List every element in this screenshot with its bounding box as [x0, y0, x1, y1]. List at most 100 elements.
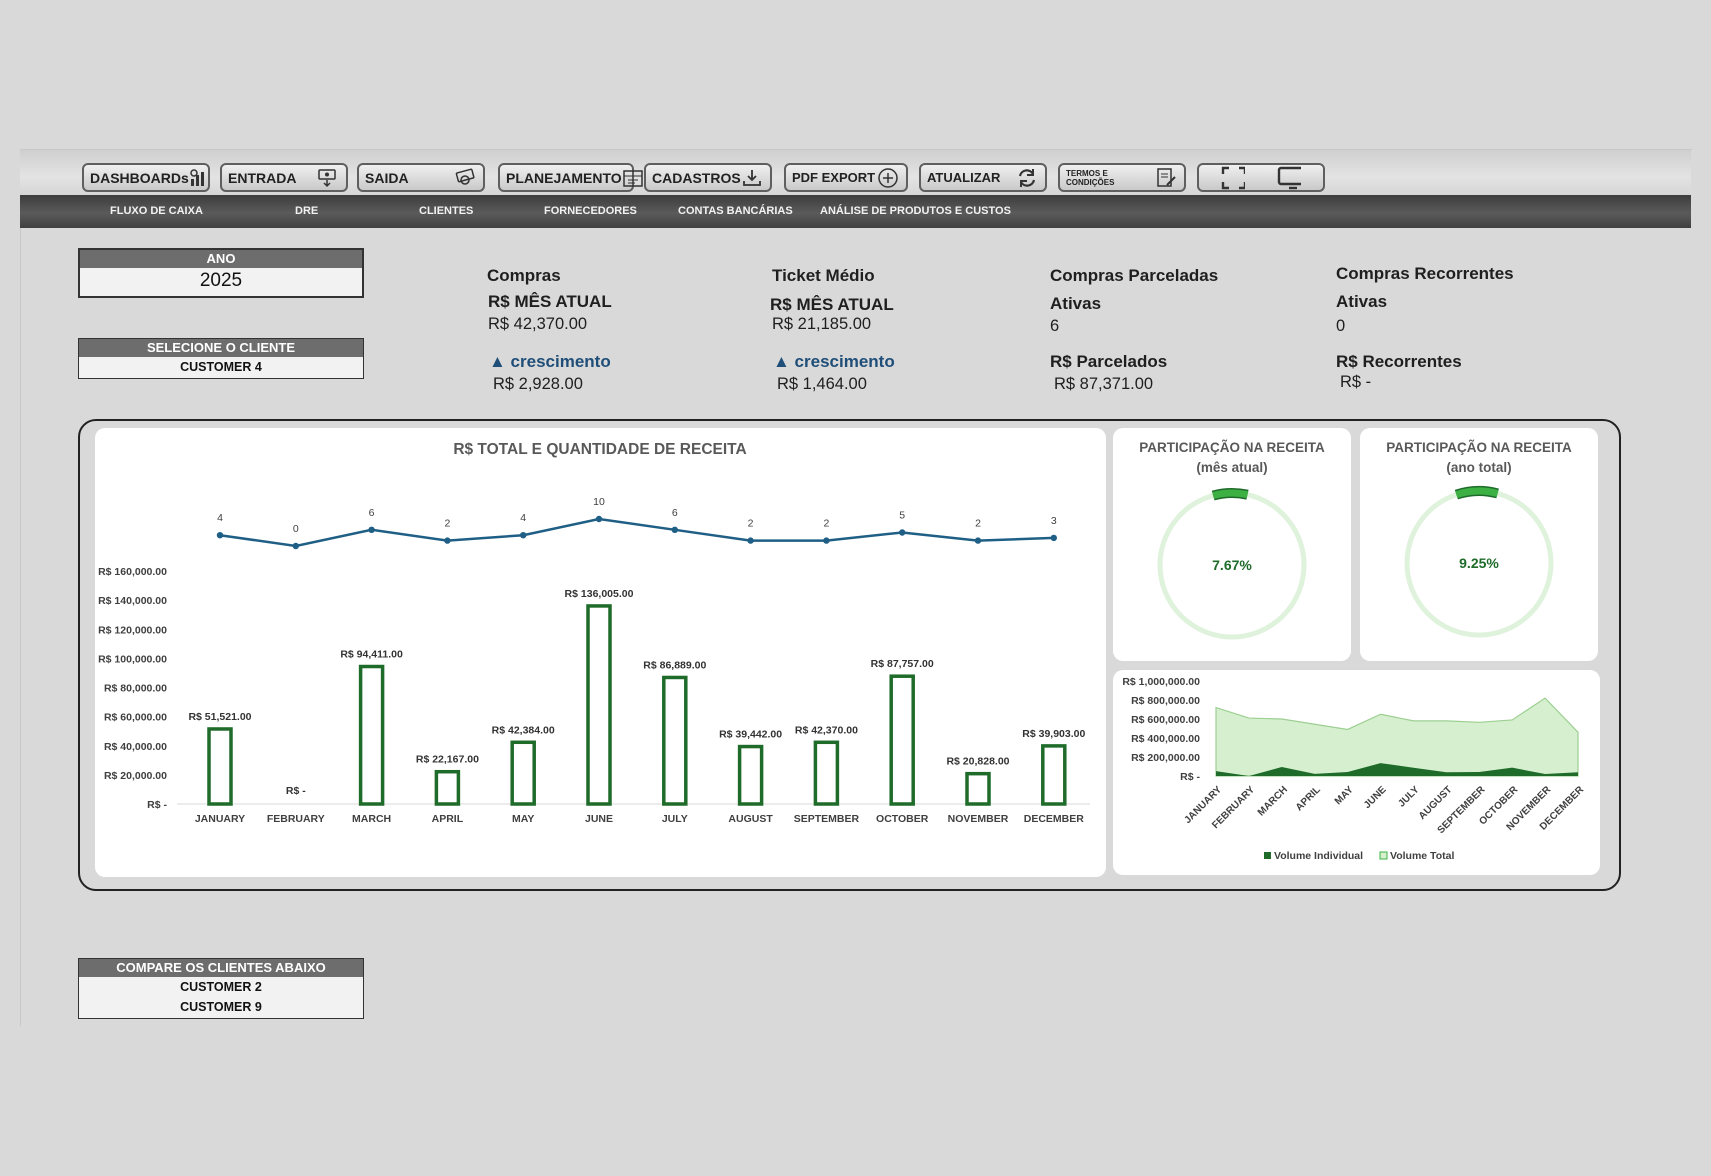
donut-chart-year: PARTICIPAÇÃO NA RECEITA (ano total) 9.25… [1386, 440, 1572, 638]
x-tick-label: AUGUST [728, 813, 773, 825]
x-tick-label: SEPTEMBER [794, 813, 860, 825]
bar-data-label: R$ 20,828.00 [946, 756, 1009, 768]
x-tick-label: APRIL [432, 813, 464, 825]
quantity-point [823, 537, 830, 544]
kpi-recorrentes-title: Compras Recorrentes [1336, 264, 1514, 283]
y-tick-label: R$ 160,000.00 [98, 566, 167, 578]
quantity-point [368, 526, 375, 533]
area-x-tick-label: APRIL [1294, 784, 1323, 813]
donut-value-label: 7.67% [1212, 557, 1252, 573]
planejamento-button-label: PLANEJAMENTO [506, 169, 622, 186]
nav-clientes[interactable]: CLIENTES [419, 205, 473, 217]
x-tick-label: JANUARY [195, 813, 245, 825]
quantity-label: 3 [1051, 515, 1057, 527]
kpi-compras-value: R$ 42,370.00 [488, 315, 588, 333]
nav-analise-produtos[interactable]: ANÁLISE DE PRODUTOS E CUSTOS [820, 205, 1011, 217]
dashboards-button[interactable]: DASHBOARDs [82, 163, 210, 192]
bar-data-label: R$ - [286, 785, 306, 797]
entrada-button-label: ENTRADA [228, 169, 297, 186]
y-tick-label: R$ - [147, 799, 167, 811]
area-x-tick-label: JUNE [1362, 784, 1389, 811]
area-volume-total [1215, 697, 1579, 777]
planning-calendar-icon [622, 167, 644, 189]
bar-data-label: R$ 42,370.00 [795, 724, 858, 736]
nav-dre[interactable]: DRE [295, 205, 318, 217]
saida-button[interactable]: SAIDA [357, 163, 485, 192]
pdf-export-button-label: PDF EXPORT [792, 170, 876, 185]
kpi-compras-title: Compras [487, 266, 561, 285]
compare-client-1[interactable]: CUSTOMER 2 [79, 977, 363, 997]
cadastros-button-label: CADASTROS [652, 169, 741, 186]
bar-data-label: R$ 39,903.00 [1022, 728, 1085, 740]
x-tick-label: MARCH [352, 813, 391, 825]
year-filter-value[interactable]: 2025 [80, 268, 362, 294]
client-filter[interactable]: SELECIONE O CLIENTE CUSTOMER 4 [78, 338, 364, 379]
plus-circle-icon [876, 167, 900, 189]
donut-month-subtitle: (mês atual) [1196, 460, 1267, 475]
x-tick-label: OCTOBER [876, 813, 929, 825]
termos-button-label: TERMOS E CONDIÇÕES [1066, 168, 1115, 187]
legend-individual-swatch [1264, 852, 1271, 859]
client-filter-label: SELECIONE O CLIENTE [79, 339, 363, 357]
kpi-ticket-subtitle: R$ MÊS ATUAL [770, 295, 894, 314]
volume-area-chart: R$ - R$ 200,000.00 R$ 400,000.00 R$ 600,000… [1122, 676, 1586, 862]
atualizar-button[interactable]: ATUALIZAR [919, 163, 1047, 192]
revenue-bar [662, 675, 688, 806]
quantity-label: 2 [748, 518, 754, 530]
area-y-tick-label: R$ 400,000.00 [1131, 733, 1200, 745]
planejamento-button[interactable]: PLANEJAMENTO [498, 163, 643, 192]
bar-data-label: R$ 86,889.00 [643, 659, 706, 671]
quantity-point [444, 537, 451, 544]
bar-data-label: R$ 136,005.00 [565, 588, 634, 600]
atualizar-button-label: ATUALIZAR [927, 170, 1001, 185]
area-chart-card: R$ - R$ 200,000.00 R$ 400,000.00 R$ 600,000… [1113, 670, 1600, 875]
y-tick-label: R$ 20,000.00 [104, 770, 167, 782]
kpi-ticket-growth-label: ▲ crescimento [773, 352, 895, 371]
revenue-chart-card: R$ TOTAL E QUANTIDADE DE RECEITA R$ - R$ … [95, 428, 1106, 877]
client-filter-value[interactable]: CUSTOMER 4 [79, 357, 363, 377]
nav-fornecedores[interactable]: FORNECEDORES [544, 205, 637, 217]
cadastros-button[interactable]: CADASTROS [644, 163, 772, 192]
bar-data-label: R$ 51,521.00 [188, 711, 251, 723]
pdf-export-button[interactable]: PDF EXPORT [784, 163, 908, 192]
kpi-parceladas-subtitle: Ativas [1050, 294, 1102, 313]
document-sign-icon [1154, 167, 1178, 189]
donut-chart-month: PARTICIPAÇÃO NA RECEITA (mês atual) 7.67… [1139, 440, 1325, 640]
revenue-bar [737, 744, 764, 806]
revenue-bar [965, 771, 991, 806]
legend-total-swatch [1379, 851, 1388, 860]
area-x-tick-label: MAY [1333, 784, 1356, 807]
quantity-label: 5 [899, 510, 905, 522]
kpi-parceladas-money-value: R$ 87,371.00 [1054, 375, 1154, 393]
compare-client-2[interactable]: CUSTOMER 9 [79, 997, 363, 1017]
fullscreen-icon[interactable] [1221, 166, 1245, 189]
area-y-tick-label: R$ - [1180, 771, 1200, 783]
donut-arc [1212, 489, 1249, 499]
dashboards-button-label: DASHBOARDs [90, 169, 189, 186]
compare-filter[interactable]: COMPARE OS CLIENTES ABAIXO CUSTOMER 2 CU… [78, 958, 364, 1019]
nav-contas-bancarias[interactable]: CONTAS BANCÁRIAS [678, 205, 793, 217]
quantity-point [671, 526, 678, 533]
nav-fluxo-de-caixa[interactable]: FLUXO DE CAIXA [110, 205, 203, 217]
entrada-button[interactable]: ENTRADA [220, 163, 348, 192]
area-x-tick-label: MARCH [1256, 784, 1290, 818]
x-tick-label: DECEMBER [1024, 813, 1085, 825]
x-tick-label: FEBRUARY [267, 813, 325, 825]
y-tick-label: R$ 100,000.00 [98, 653, 167, 665]
kpi-recorrentes-money-value: R$ - [1340, 373, 1372, 391]
y-tick-label: R$ 60,000.00 [104, 712, 167, 724]
revenue-bar [1041, 744, 1067, 806]
quantity-point [899, 529, 906, 536]
money-out-icon [453, 167, 477, 189]
quantity-label: 6 [672, 507, 678, 519]
termos-button[interactable]: TERMOS E CONDIÇÕES [1058, 163, 1186, 192]
monitor-icon[interactable] [1277, 166, 1301, 189]
revenue-bar [434, 769, 461, 806]
kpi-ticket-title: Ticket Médio [772, 266, 875, 285]
x-tick-label: JULY [662, 813, 688, 825]
view-buttons [1197, 163, 1325, 192]
year-filter[interactable]: ANO 2025 [78, 248, 364, 298]
area-y-tick-label: R$ 800,000.00 [1131, 695, 1200, 707]
kpi-parceladas-money-label: R$ Parcelados [1050, 352, 1168, 371]
quantity-point [595, 515, 603, 523]
